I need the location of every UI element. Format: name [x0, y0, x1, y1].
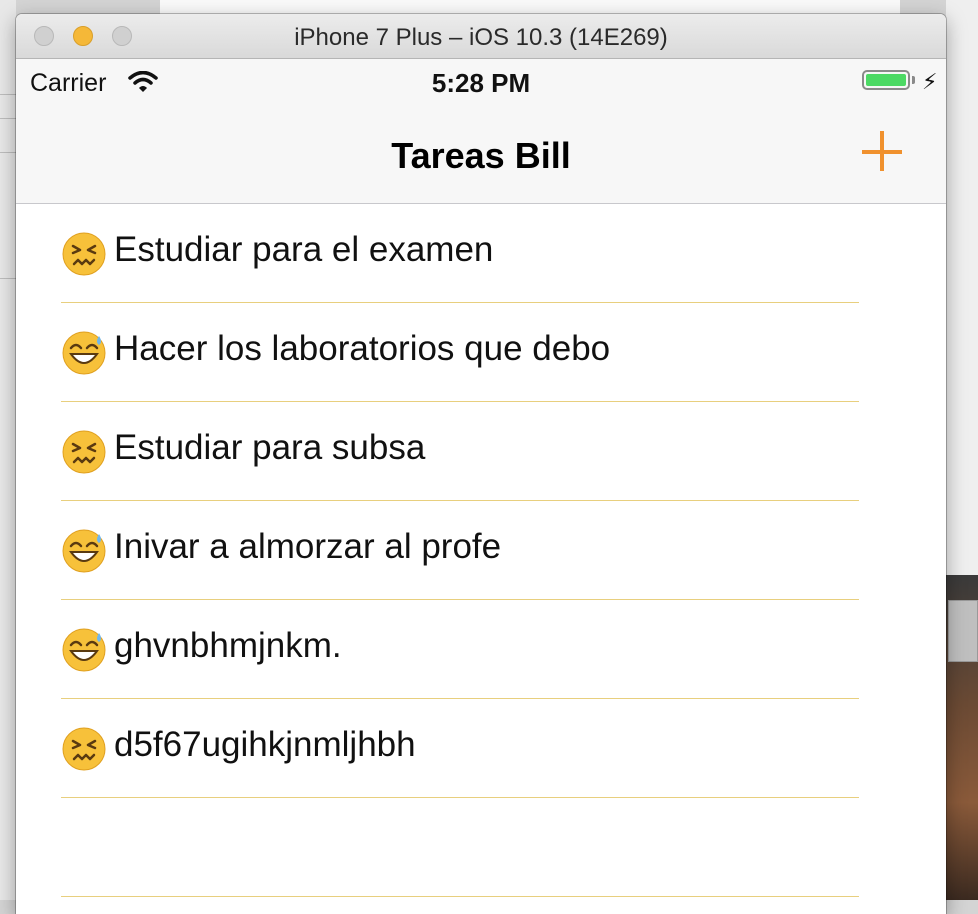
- desktop-divider: [0, 94, 16, 95]
- simulator-window: iPhone 7 Plus – iOS 10.3 (14E269) Carrie…: [16, 14, 946, 914]
- battery-icon: [862, 70, 910, 90]
- desktop-background-left: [0, 0, 16, 900]
- desktop-scrollbar-fragment: [948, 600, 978, 662]
- task-row[interactable]: Estudiar para subsa: [16, 402, 946, 501]
- grinning-sweat-face-icon: [61, 330, 107, 376]
- task-row[interactable]: Hacer los laboratorios que debo: [16, 303, 946, 402]
- task-label: Inivar a almorzar al profe: [114, 527, 502, 566]
- task-label: ghvnbhmjnkm.: [114, 626, 342, 665]
- confounded-face-icon: [61, 726, 107, 772]
- charging-icon: ⚡︎: [922, 69, 938, 94]
- window-titlebar[interactable]: iPhone 7 Plus – iOS 10.3 (14E269): [16, 14, 946, 59]
- task-row[interactable]: d5f67ugihkjnmljhbh: [16, 699, 946, 798]
- desktop-divider: [0, 118, 16, 119]
- add-task-button[interactable]: [862, 131, 904, 173]
- ios-screen: Carrier 5:28 PM ⚡︎ Tareas Bill Estudiar …: [16, 59, 946, 914]
- task-row[interactable]: [16, 798, 946, 897]
- window-title: iPhone 7 Plus – iOS 10.3 (14E269): [294, 24, 668, 51]
- grinning-sweat-face-icon: [61, 528, 107, 574]
- task-row[interactable]: ghvnbhmjnkm.: [16, 600, 946, 699]
- task-row[interactable]: Estudiar para el examen: [16, 204, 946, 303]
- task-label: Hacer los laboratorios que debo: [114, 329, 611, 368]
- confounded-face-icon: [61, 231, 107, 277]
- status-time: 5:28 PM: [431, 68, 531, 98]
- task-label: Estudiar para subsa: [114, 428, 426, 467]
- grinning-sweat-face-icon: [61, 627, 107, 673]
- desktop-background-top: [160, 0, 900, 15]
- task-list[interactable]: Estudiar para el examen Hacer los laborat…: [16, 204, 946, 897]
- task-row[interactable]: Inivar a almorzar al profe: [16, 501, 946, 600]
- desktop-divider: [0, 278, 16, 279]
- confounded-face-icon: [61, 429, 107, 475]
- page-title: Tareas Bill: [391, 135, 571, 176]
- battery-tip: [912, 76, 915, 84]
- battery-level: [866, 74, 906, 86]
- task-label: Estudiar para el examen: [114, 230, 494, 269]
- status-bar: Carrier 5:28 PM ⚡︎: [16, 59, 946, 107]
- desktop-divider: [0, 152, 16, 153]
- task-label: d5f67ugihkjnmljhbh: [114, 725, 416, 764]
- navigation-bar: Tareas Bill: [16, 107, 946, 204]
